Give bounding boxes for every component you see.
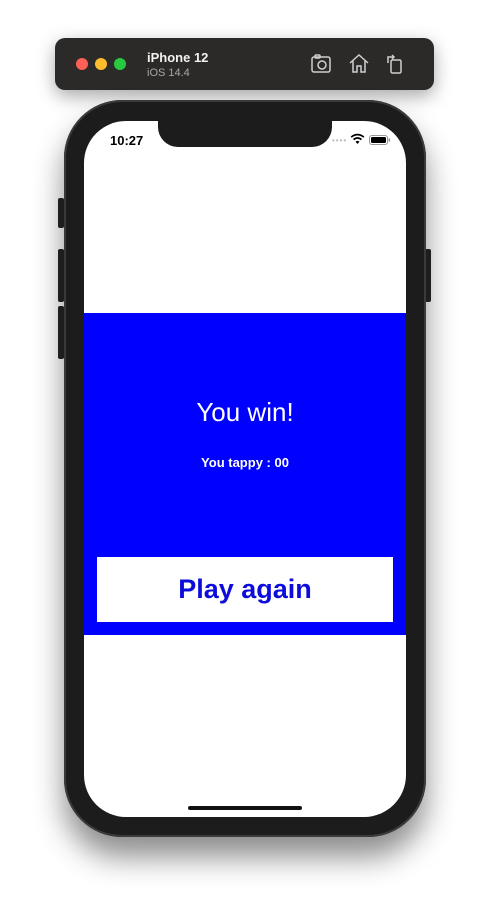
result-title: You win! bbox=[196, 397, 294, 427]
wifi-icon bbox=[350, 133, 365, 144]
cellular-signal-icon: •••• bbox=[332, 136, 348, 145]
battery-icon bbox=[369, 135, 391, 145]
simulator-titlebar: iPhone 12 iOS 14.4 bbox=[55, 38, 434, 90]
home-indicator[interactable] bbox=[188, 806, 302, 810]
minimize-window-button[interactable] bbox=[95, 58, 107, 70]
camera-screenshot-icon[interactable] bbox=[309, 52, 333, 76]
os-version: iOS 14.4 bbox=[147, 67, 190, 79]
status-time: 10:27 bbox=[110, 133, 144, 148]
score-label: You tappy : 00 bbox=[201, 455, 289, 470]
device-name: iPhone 12 bbox=[147, 50, 209, 65]
maximize-window-button[interactable] bbox=[114, 58, 126, 70]
phone-screen: 10:27 •••• You win! You tappy : 00 Play … bbox=[84, 121, 406, 817]
play-again-button[interactable]: Play again bbox=[97, 557, 393, 622]
home-icon[interactable] bbox=[347, 52, 371, 76]
game-result-panel: You win! You tappy : 00 Play again bbox=[84, 313, 406, 635]
notch bbox=[158, 121, 332, 147]
close-window-button[interactable] bbox=[76, 58, 88, 70]
rotate-icon[interactable] bbox=[383, 52, 407, 76]
